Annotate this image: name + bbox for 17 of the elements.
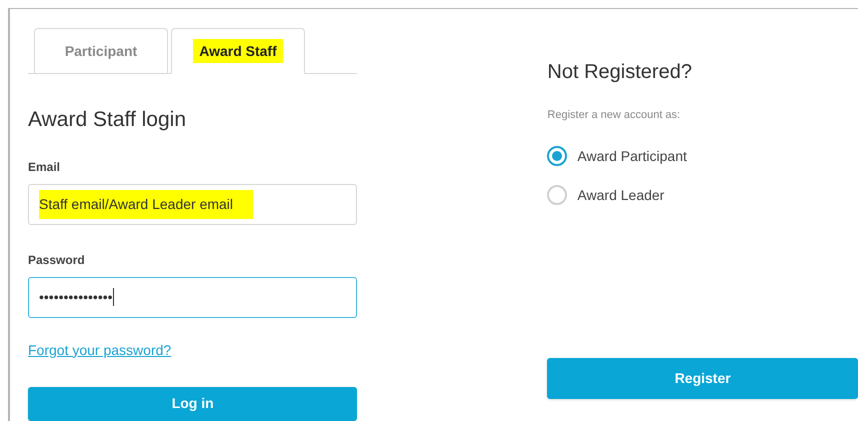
radio-label: Award Leader [577, 186, 664, 204]
login-button[interactable]: Log in [28, 386, 358, 421]
forgot-password-link[interactable]: Forgot your password? [28, 340, 172, 360]
field-label: Password [28, 252, 86, 268]
register-subtitle: Register a new account as: [547, 108, 682, 123]
tab[interactable]: Participant [34, 28, 168, 74]
field-label: Email [28, 158, 62, 176]
radio-button[interactable] [547, 185, 568, 205]
register-button[interactable]: Register [547, 358, 858, 398]
radio-label: Award Participant [577, 146, 687, 166]
radio-button[interactable] [547, 146, 568, 166]
input-field[interactable]: Staff email/Award Leader email [28, 184, 358, 224]
register-heading: Not Registered? [547, 60, 693, 85]
tab[interactable]: Award Staff [171, 28, 305, 74]
input-field[interactable]: ••••••••••••••• [28, 276, 358, 318]
text-cursor [112, 288, 114, 306]
login-heading: Award Staff login [28, 107, 187, 133]
